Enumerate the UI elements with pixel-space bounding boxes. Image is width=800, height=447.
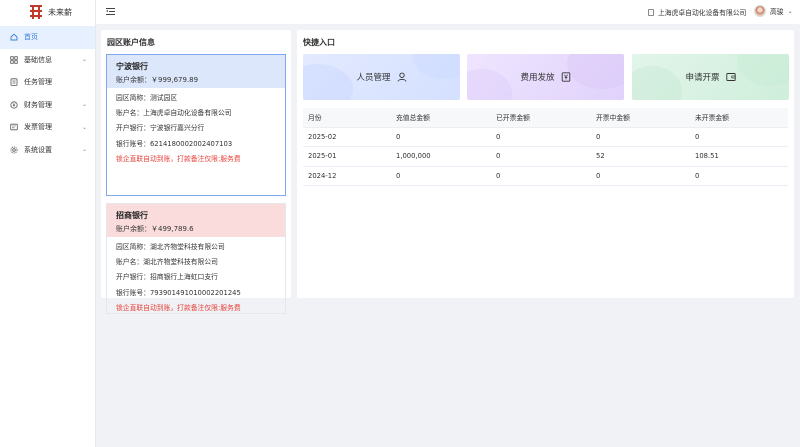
sidebar-menu: 首页 基础信息 ⌄ 任务管理 财务管理 ⌄ 发票管理 ⌄ 系统设置 ⌄ <box>0 26 95 161</box>
panel-title: 快捷入口 <box>303 38 335 47</box>
bank-name: 招商银行 <box>116 211 148 220</box>
sidebar-item-label: 任务管理 <box>24 78 52 87</box>
company-switcher[interactable]: 上海虎卓自动化设备有限公司 <box>648 7 746 17</box>
finance-icon <box>10 101 18 109</box>
quick-entry-label: 人员管理 <box>356 73 391 83</box>
cell-invoicing: 0 <box>591 127 690 147</box>
home-icon <box>10 33 18 41</box>
chevron-down-icon: ⌄ <box>787 7 793 15</box>
user-icon <box>397 72 407 82</box>
logo-text: 未来薪 <box>48 7 72 17</box>
card-header: 招商银行 账户余额：￥499,789.6 <box>107 204 285 237</box>
gear-icon <box>10 146 18 154</box>
chevron-down-icon: ⌄ <box>81 146 87 154</box>
logo[interactable]: 未来薪 <box>0 0 95 24</box>
bank-name: 宁波银行 <box>116 62 148 71</box>
opening-bank: 开户银行：招商银行上海虹口支行 <box>116 273 218 282</box>
wallet-icon <box>725 72 736 82</box>
table-row[interactable]: 2024-12 0 0 0 0 <box>303 166 788 186</box>
cell-month: 2025-01 <box>303 146 391 167</box>
cell-invoiced: 0 <box>491 166 591 186</box>
table-row[interactable]: 2025-02 0 0 0 0 <box>303 127 788 147</box>
sidebar-item-label: 基础信息 <box>24 55 52 64</box>
logo-mark-icon <box>30 5 42 19</box>
chevron-down-icon: ⌄ <box>81 101 87 109</box>
column-header-uninvoiced: 未开票金额 <box>690 108 788 128</box>
document-icon <box>648 8 654 16</box>
card-body: 园区简称：测试园区 账户名：上海虎卓自动化设备有限公司 开户银行：宁波银行嘉兴分… <box>107 88 285 170</box>
park-account-panel: 园区账户信息 宁波银行 账户余额：￥999,679.89 园区简称：测试园区 账… <box>101 30 291 314</box>
cell-uninvoiced: 108.51 <box>690 146 788 167</box>
quick-entry-label: 费用发放 <box>520 73 555 83</box>
column-header-month: 月份 <box>303 108 391 128</box>
column-header-total-recharge: 充值总金额 <box>391 108 491 128</box>
avatar <box>754 5 766 17</box>
sidebar-item-basic-info[interactable]: 基础信息 ⌄ <box>0 49 95 72</box>
cell-invoiced: 0 <box>491 146 591 167</box>
user-menu[interactable]: 高骏 ⌄ <box>754 5 793 17</box>
card-header: 宁波银行 账户余额：￥999,679.89 <box>107 55 285 88</box>
cell-month: 2024-12 <box>303 166 391 186</box>
invoice-summary-table: 月份 充值总金额 已开票金额 开票中金额 未开票金额 2025-02 0 0 0… <box>303 108 788 186</box>
sidebar-item-task[interactable]: 任务管理 <box>0 71 95 94</box>
chevron-down-icon: ⌄ <box>81 56 87 64</box>
payment-notice: 锁企直联自动到账，打款备注仅限:服务费 <box>116 154 241 163</box>
quick-entry-staff-management[interactable]: 人员管理 <box>303 54 460 100</box>
task-icon <box>10 78 18 87</box>
payment-notice: 锁企直联自动到账，打款备注仅限:服务费 <box>116 303 241 312</box>
company-name: 上海虎卓自动化设备有限公司 <box>658 9 747 17</box>
column-header-invoicing: 开票中金额 <box>591 108 690 128</box>
cell-invoicing: 52 <box>591 146 690 167</box>
top-header: 上海虎卓自动化设备有限公司 高骏 ⌄ <box>96 0 800 24</box>
account-card-cmb[interactable]: 招商银行 账户余额：￥499,789.6 园区简称：湖北齐物堂科技有限公司 账户… <box>106 203 286 314</box>
account-card-ningbo[interactable]: 宁波银行 账户余额：￥999,679.89 园区简称：测试园区 账户名：上海虎卓… <box>106 54 286 196</box>
cell-uninvoiced: 0 <box>690 166 788 186</box>
account-name: 账户名：上海虎卓自动化设备有限公司 <box>116 109 232 118</box>
account-balance: 账户余额：￥999,679.89 <box>116 76 199 84</box>
cell-total-recharge: 0 <box>391 127 491 147</box>
card-body: 园区简称：湖北齐物堂科技有限公司 账户名：湖北齐物堂科技有限公司 开户银行：招商… <box>107 237 285 319</box>
sidebar-item-label: 发票管理 <box>24 123 52 132</box>
cell-uninvoiced: 0 <box>690 127 788 147</box>
sidebar-item-label: 系统设置 <box>24 145 52 154</box>
cell-total-recharge: 0 <box>391 166 491 186</box>
cell-month: 2025-02 <box>303 127 391 147</box>
panel-title: 园区账户信息 <box>107 38 155 47</box>
bank-account-number: 银行账号：793901491010002201245 <box>116 288 241 297</box>
grid-icon <box>10 56 18 64</box>
sidebar: 未来薪 首页 基础信息 ⌄ 任务管理 财务管理 ⌄ 发票管理 ⌄ 系统设置 ⌄ <box>0 0 96 447</box>
park-short-name: 园区简称：测试园区 <box>116 94 178 102</box>
quick-entry-fee-distribution[interactable]: 费用发放 <box>467 54 624 100</box>
table-header-row: 月份 充值总金额 已开票金额 开票中金额 未开票金额 <box>303 108 788 128</box>
chevron-down-icon: ⌄ <box>81 123 87 131</box>
park-short-name: 园区简称：湖北齐物堂科技有限公司 <box>116 243 225 251</box>
cell-invoiced: 0 <box>491 127 591 147</box>
sidebar-item-label: 首页 <box>24 33 38 42</box>
sidebar-item-home[interactable]: 首页 <box>0 26 95 49</box>
account-name: 账户名：湖北齐物堂科技有限公司 <box>116 258 218 267</box>
cell-invoicing: 0 <box>591 166 690 186</box>
money-icon <box>561 72 571 82</box>
sidebar-item-label: 财务管理 <box>24 100 52 109</box>
sidebar-item-finance[interactable]: 财务管理 ⌄ <box>0 94 95 117</box>
bank-account-number: 银行账号：621418000200240​7103 <box>116 139 233 148</box>
user-name: 高骏 <box>770 8 784 16</box>
column-header-invoiced: 已开票金额 <box>491 108 591 128</box>
quick-entry-label: 申请开票 <box>685 73 720 83</box>
collapse-menu-icon[interactable] <box>106 7 115 16</box>
cell-total-recharge: 1,000,000 <box>391 146 491 167</box>
quick-entry-apply-invoice[interactable]: 申请开票 <box>632 54 789 100</box>
sidebar-item-settings[interactable]: 系统设置 ⌄ <box>0 139 95 162</box>
table-row[interactable]: 2025-01 1,000,000 0 52 108.51 <box>303 146 788 167</box>
invoice-icon <box>10 123 18 131</box>
account-balance: 账户余额：￥499,789.6 <box>116 225 194 233</box>
quick-entry-panel: 快捷入口 人员管理 费用发放 申请开票 月份 充值总金额 已开票金额 开票中金额… <box>297 30 794 298</box>
sidebar-item-invoice[interactable]: 发票管理 ⌄ <box>0 116 95 139</box>
opening-bank: 开户银行：宁波银行嘉兴分行 <box>116 124 205 133</box>
